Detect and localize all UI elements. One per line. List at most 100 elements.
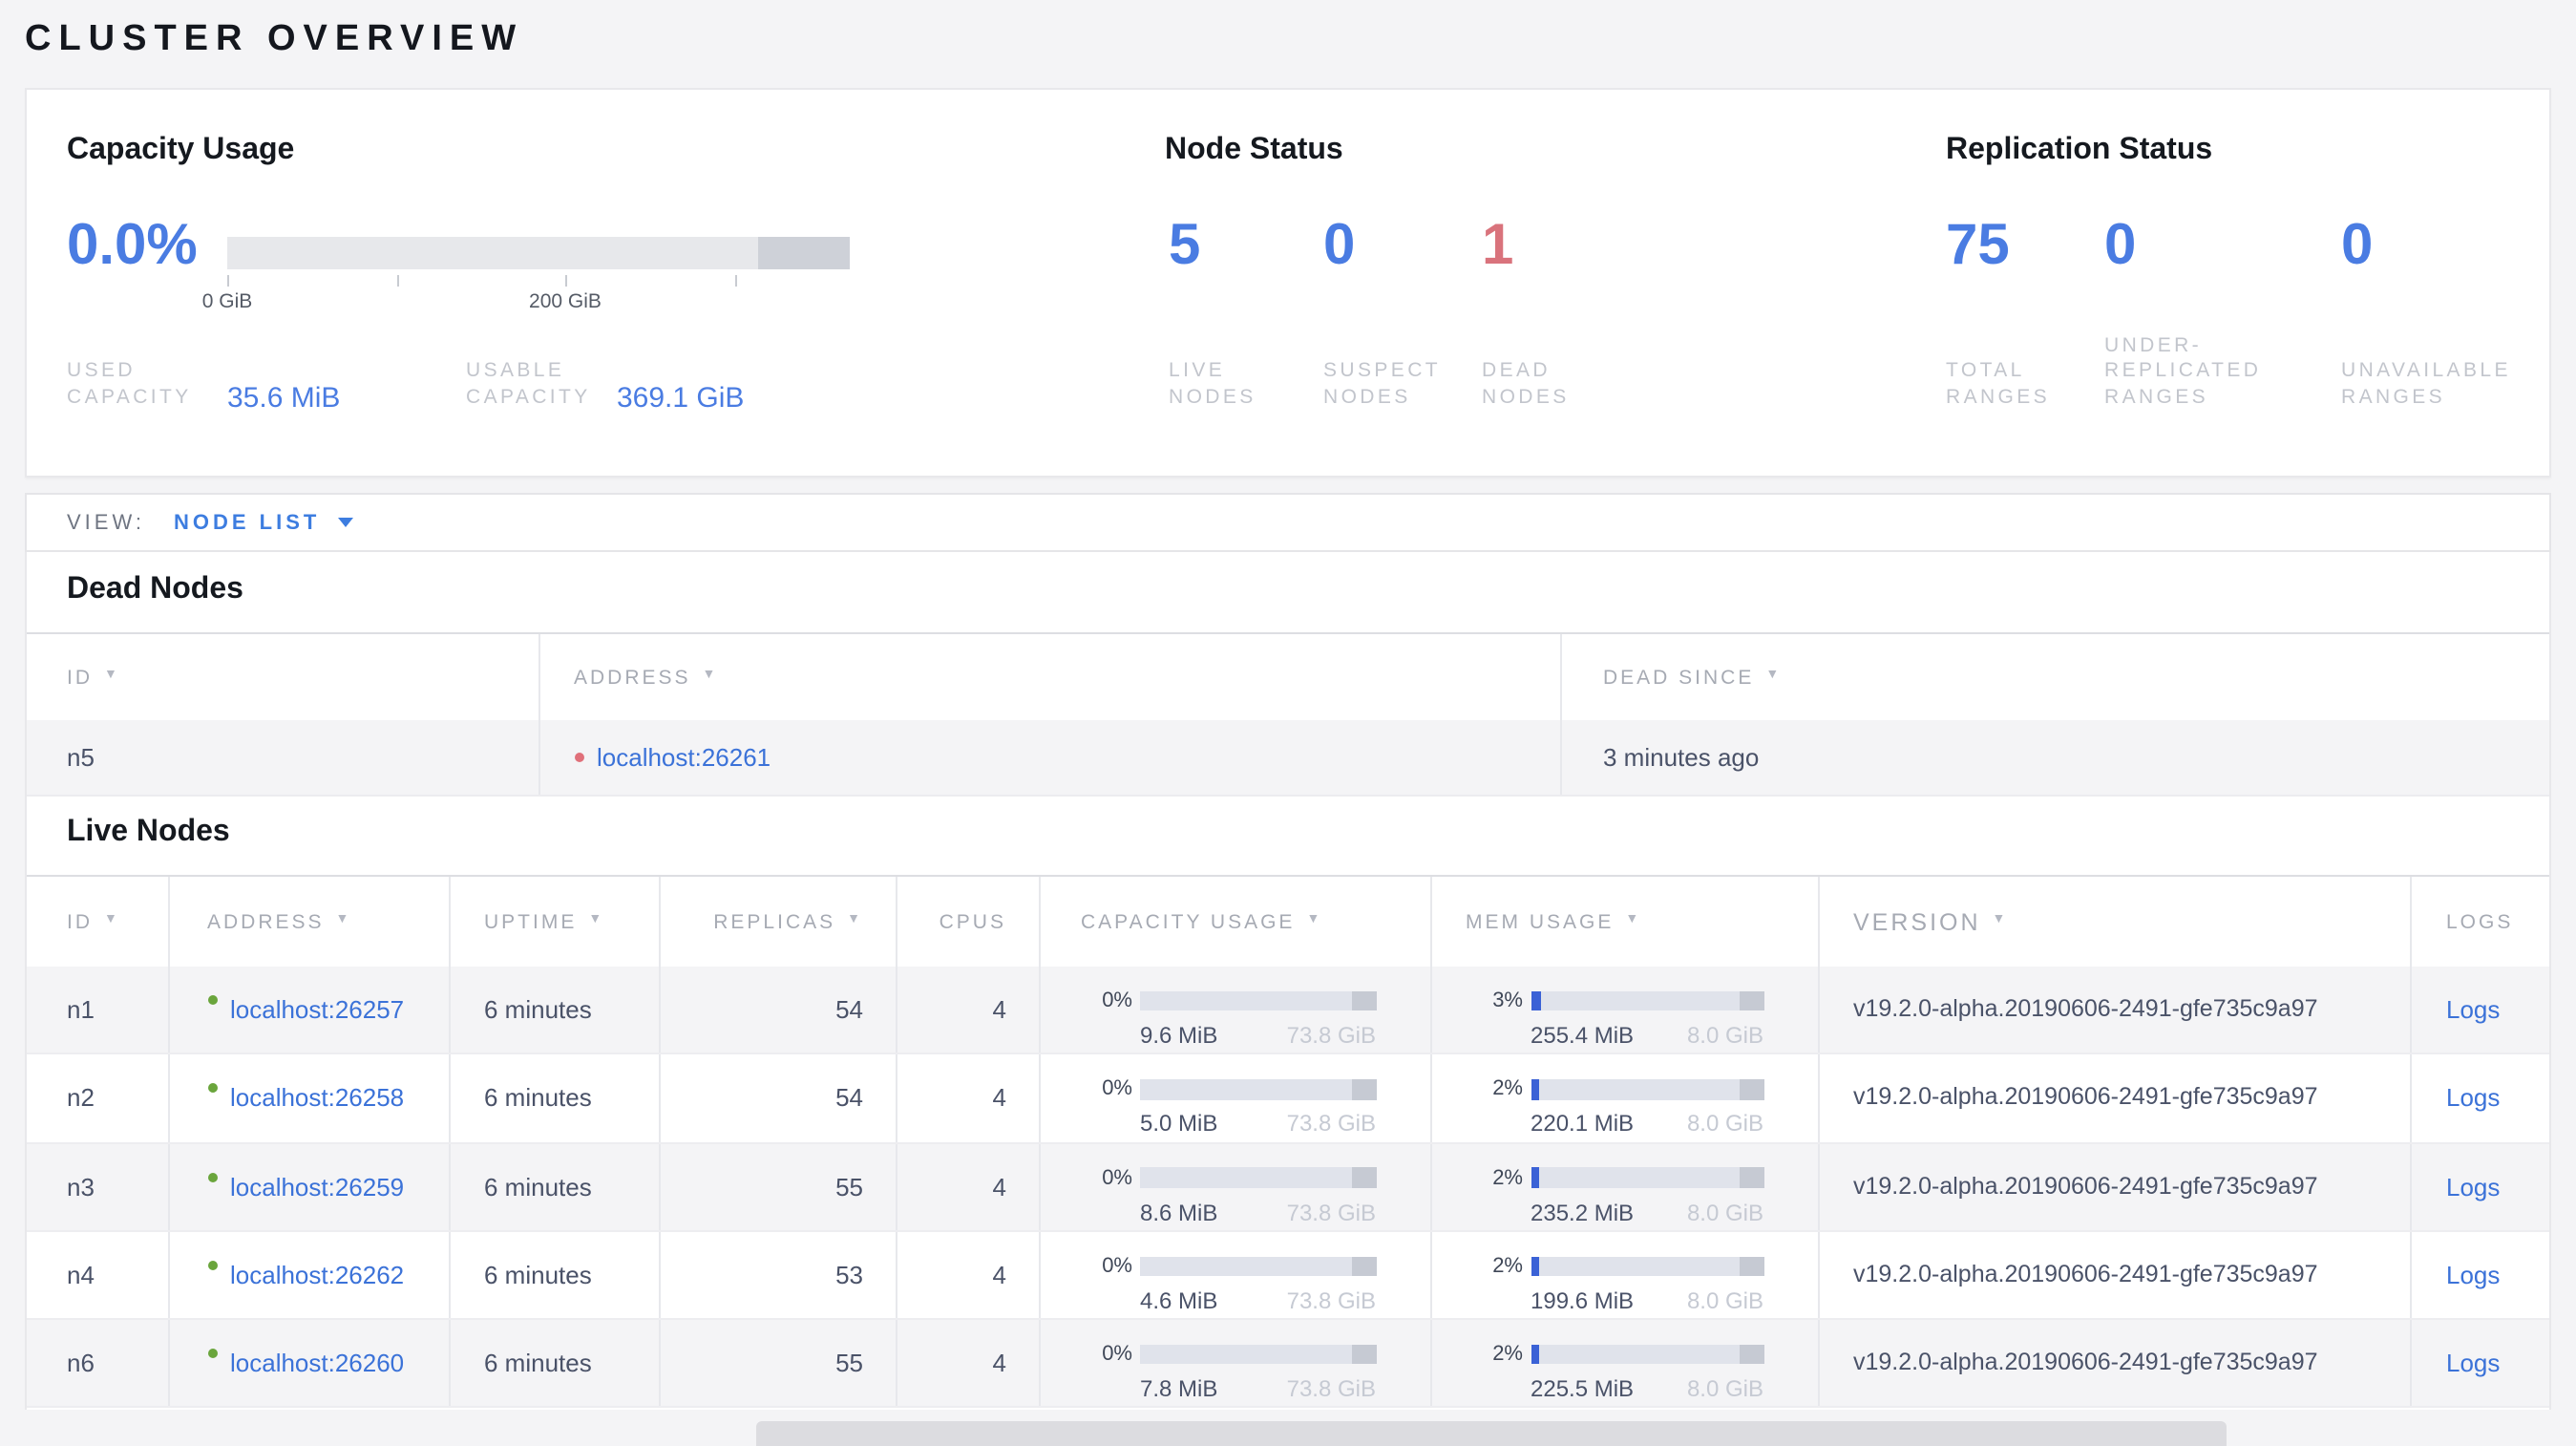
capacity-percent-label: 0% [1102,1254,1132,1278]
mem-mini-bar [1531,1344,1763,1365]
live-node-id: n3 [67,1172,95,1201]
live-node-mem-cell: 2% 225.5 MiB 8.0 GiB [1429,1320,1817,1407]
live-node-version: v19.2.0-alpha.20190606-2491-gfe735c9a97 [1817,1143,2410,1230]
mem-total-value: 8.0 GiB [1686,1375,1763,1403]
live-node-version: v19.2.0-alpha.20190606-2491-gfe735c9a97 [1817,967,2410,1053]
column-header-cpus[interactable]: CPUS [896,877,1039,967]
capacity-mini-bar [1140,1079,1376,1100]
capacity-bar-other-segment [758,237,850,269]
logs-link[interactable]: Logs [2446,1172,2500,1201]
column-header-id[interactable]: ID ▼ [27,634,538,720]
live-status-dot-icon [207,1349,217,1359]
dead-node-dead-since: 3 minutes ago [1559,720,2549,795]
logs-link[interactable]: Logs [2446,1261,2500,1289]
capacity-mini-bar [1140,1256,1376,1277]
mem-mini-bar [1531,1256,1763,1277]
live-nodes-header-row: ID ▼ ADDRESS ▼ UPTIME ▼ REPLICAS ▼ CPUS CAPA… [27,875,2549,967]
column-header-mem-usage[interactable]: MEM USAGE ▼ [1429,877,1817,967]
column-header-id[interactable]: ID ▼ [27,877,167,967]
capacity-other-segment [1352,1167,1376,1188]
axis-tick [396,275,398,287]
live-node-row: n4 localhost:26262 6 minutes 53 4 0% 4.6… [27,1231,2549,1321]
live-status-dot-icon [207,1083,217,1094]
column-header-uptime[interactable]: UPTIME ▼ [448,877,659,967]
suspect-nodes-count: 0 [1323,214,1356,277]
sort-desc-icon: ▼ [1306,913,1323,926]
live-node-logs-cell: Logs [2410,1231,2549,1319]
capacity-percent-label: 0% [1102,1077,1132,1101]
live-node-logs-cell: Logs [2410,967,2549,1053]
dead-node-address-cell: localhost:26261 [538,720,1559,795]
column-header-address[interactable]: ADDRESS ▼ [167,877,448,967]
mem-percent-label: 2% [1492,1343,1523,1367]
live-node-version: v19.2.0-alpha.20190606-2491-gfe735c9a97 [1817,1231,2410,1319]
live-node-capacity-cell: 0% 5.0 MiB 73.8 GiB [1039,1054,1429,1142]
capacity-mini-bar [1140,990,1376,1011]
live-node-uptime: 6 minutes [448,967,659,1053]
column-header-version[interactable]: VERSION ▼ [1817,877,2410,967]
node-status-title: Node Status [1165,134,1343,166]
capacity-used-value: 8.6 MiB [1140,1199,1218,1226]
live-node-address-link[interactable]: localhost:26262 [230,1261,404,1289]
sort-desc-icon: ▼ [1765,669,1783,682]
mem-total-value: 8.0 GiB [1686,1022,1763,1049]
sort-desc-icon: ▼ [335,913,352,926]
replication-status-title: Replication Status [1946,134,2213,166]
live-node-uptime: 6 minutes [448,1320,659,1407]
column-header-replicas[interactable]: REPLICAS ▼ [659,877,896,967]
logs-link[interactable]: Logs [2446,995,2500,1024]
live-status-dot-icon [207,1260,217,1270]
capacity-total-value: 73.8 GiB [1286,1022,1376,1049]
capacity-other-segment [1352,1256,1376,1277]
live-node-logs-cell: Logs [2410,1320,2549,1407]
mem-total-value: 8.0 GiB [1686,1110,1763,1138]
live-nodes-label: LIVE NODES [1169,359,1256,408]
mem-used-fill [1531,1079,1540,1100]
capacity-used-value: 5.0 MiB [1140,1110,1218,1138]
capacity-mini-bar [1140,1167,1376,1188]
capacity-percent-label: 0% [1102,1343,1132,1367]
live-node-replicas: 53 [659,1231,896,1319]
mem-mini-bar [1531,1167,1763,1188]
logs-link[interactable]: Logs [2446,1349,2500,1377]
capacity-used-value: 4.6 MiB [1140,1287,1218,1314]
mem-other-segment [1740,1344,1763,1365]
capacity-percent: 0.0% [67,214,198,277]
capacity-total-value: 73.8 GiB [1286,1199,1376,1226]
live-node-address-cell: localhost:26257 [167,967,448,1053]
column-header-dead-since[interactable]: DEAD SINCE ▼ [1559,634,2549,720]
axis-tick [734,275,736,287]
live-node-mem-cell: 2% 220.1 MiB 8.0 GiB [1429,1054,1817,1142]
capacity-mini-bar [1140,1344,1376,1365]
live-node-address-link[interactable]: localhost:26259 [230,1172,404,1201]
view-selector-dropdown[interactable]: NODE LIST [173,511,353,534]
live-status-dot-icon [207,995,217,1005]
live-node-row: n2 localhost:26258 6 minutes 54 4 0% 5.0… [27,1054,2549,1144]
capacity-usage-bar [227,237,850,269]
live-nodes-title: Live Nodes [67,816,230,848]
summary-card: Capacity Usage 0.0% 0 GiB 200 GiB USED C… [25,88,2551,478]
dead-node-row: n5 localhost:26261 3 minutes ago [27,720,2549,797]
dead-node-address-link[interactable]: localhost:26261 [597,743,771,772]
live-node-cpus: 4 [896,1054,1039,1142]
mem-other-segment [1740,1167,1763,1188]
dead-nodes-header-row: ID ▼ ADDRESS ▼ DEAD SINCE ▼ [27,632,2549,720]
column-header-capacity-usage[interactable]: CAPACITY USAGE ▼ [1039,877,1429,967]
sort-desc-icon: ▼ [1992,913,2009,926]
dead-nodes-table: ID ▼ ADDRESS ▼ DEAD SINCE ▼ n5 localhost:26… [27,632,2549,797]
unavailable-ranges-label: UNAVAILABLE RANGES [2341,359,2511,408]
live-node-version: v19.2.0-alpha.20190606-2491-gfe735c9a97 [1817,1320,2410,1407]
live-nodes-count: 5 [1169,214,1201,277]
live-node-address-link[interactable]: localhost:26257 [230,995,404,1024]
mem-other-segment [1740,990,1763,1011]
live-node-address-link[interactable]: localhost:26258 [230,1084,404,1113]
view-selected-value: NODE LIST [173,511,321,534]
mem-other-segment [1740,1079,1763,1100]
live-node-id: n6 [67,1349,95,1378]
logs-link[interactable]: Logs [2446,1084,2500,1113]
live-node-address-link[interactable]: localhost:26260 [230,1349,404,1377]
sort-desc-icon: ▼ [847,913,863,926]
under-replicated-label: UNDER- REPLICATED RANGES [2104,333,2262,408]
column-header-address[interactable]: ADDRESS ▼ [538,634,1559,720]
page-title: CLUSTER OVERVIEW [25,19,524,59]
